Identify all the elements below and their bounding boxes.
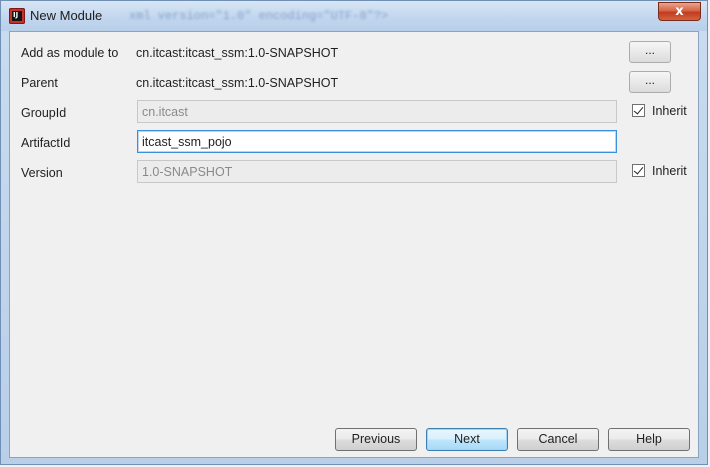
new-module-dialog: New Module xml version="1.0" encoding="U… <box>0 0 708 465</box>
title-bar[interactable]: New Module xml version="1.0" encoding="U… <box>1 1 707 31</box>
version-label: Version <box>21 166 63 180</box>
window-title: New Module <box>30 8 103 23</box>
version-inherit-checkbox[interactable] <box>632 164 645 177</box>
parent-label: Parent <box>21 76 58 90</box>
previous-button[interactable]: Previous <box>335 428 417 451</box>
artifact-id-label: ArtifactId <box>21 136 71 150</box>
group-id-inherit-label: Inherit <box>652 104 687 118</box>
artifact-id-field[interactable] <box>137 130 617 153</box>
cancel-button[interactable]: Cancel <box>517 428 599 451</box>
add-as-module-row: Add as module to cn.itcast:itcast_ssm:1.… <box>10 40 698 66</box>
group-id-field[interactable] <box>137 100 617 123</box>
parent-row: Parent cn.itcast:itcast_ssm:1.0-SNAPSHOT… <box>10 70 698 96</box>
parent-value: cn.itcast:itcast_ssm:1.0-SNAPSHOT <box>136 76 339 90</box>
dialog-content: Add as module to cn.itcast:itcast_ssm:1.… <box>9 31 699 458</box>
next-button[interactable]: Next <box>426 428 508 451</box>
group-id-label: GroupId <box>21 106 67 120</box>
background-editor-text: xml version="1.0" encoding="UTF-8"?> <box>129 9 389 23</box>
help-button[interactable]: Help <box>608 428 690 451</box>
artifact-id-row: ArtifactId <box>10 130 698 156</box>
intellij-app-icon <box>9 8 25 24</box>
add-as-module-browse-button[interactable]: ... <box>629 41 671 63</box>
add-as-module-value: cn.itcast:itcast_ssm:1.0-SNAPSHOT <box>136 46 339 60</box>
version-inherit-label: Inherit <box>652 164 687 178</box>
parent-browse-button[interactable]: ... <box>629 71 671 93</box>
add-as-module-label: Add as module to <box>21 46 119 60</box>
group-id-row: GroupId Inherit <box>10 100 698 126</box>
version-row: Version Inherit <box>10 160 698 186</box>
group-id-inherit-checkbox[interactable] <box>632 104 645 117</box>
close-button[interactable]: x <box>658 2 701 21</box>
version-field[interactable] <box>137 160 617 183</box>
close-icon: x <box>675 4 684 19</box>
